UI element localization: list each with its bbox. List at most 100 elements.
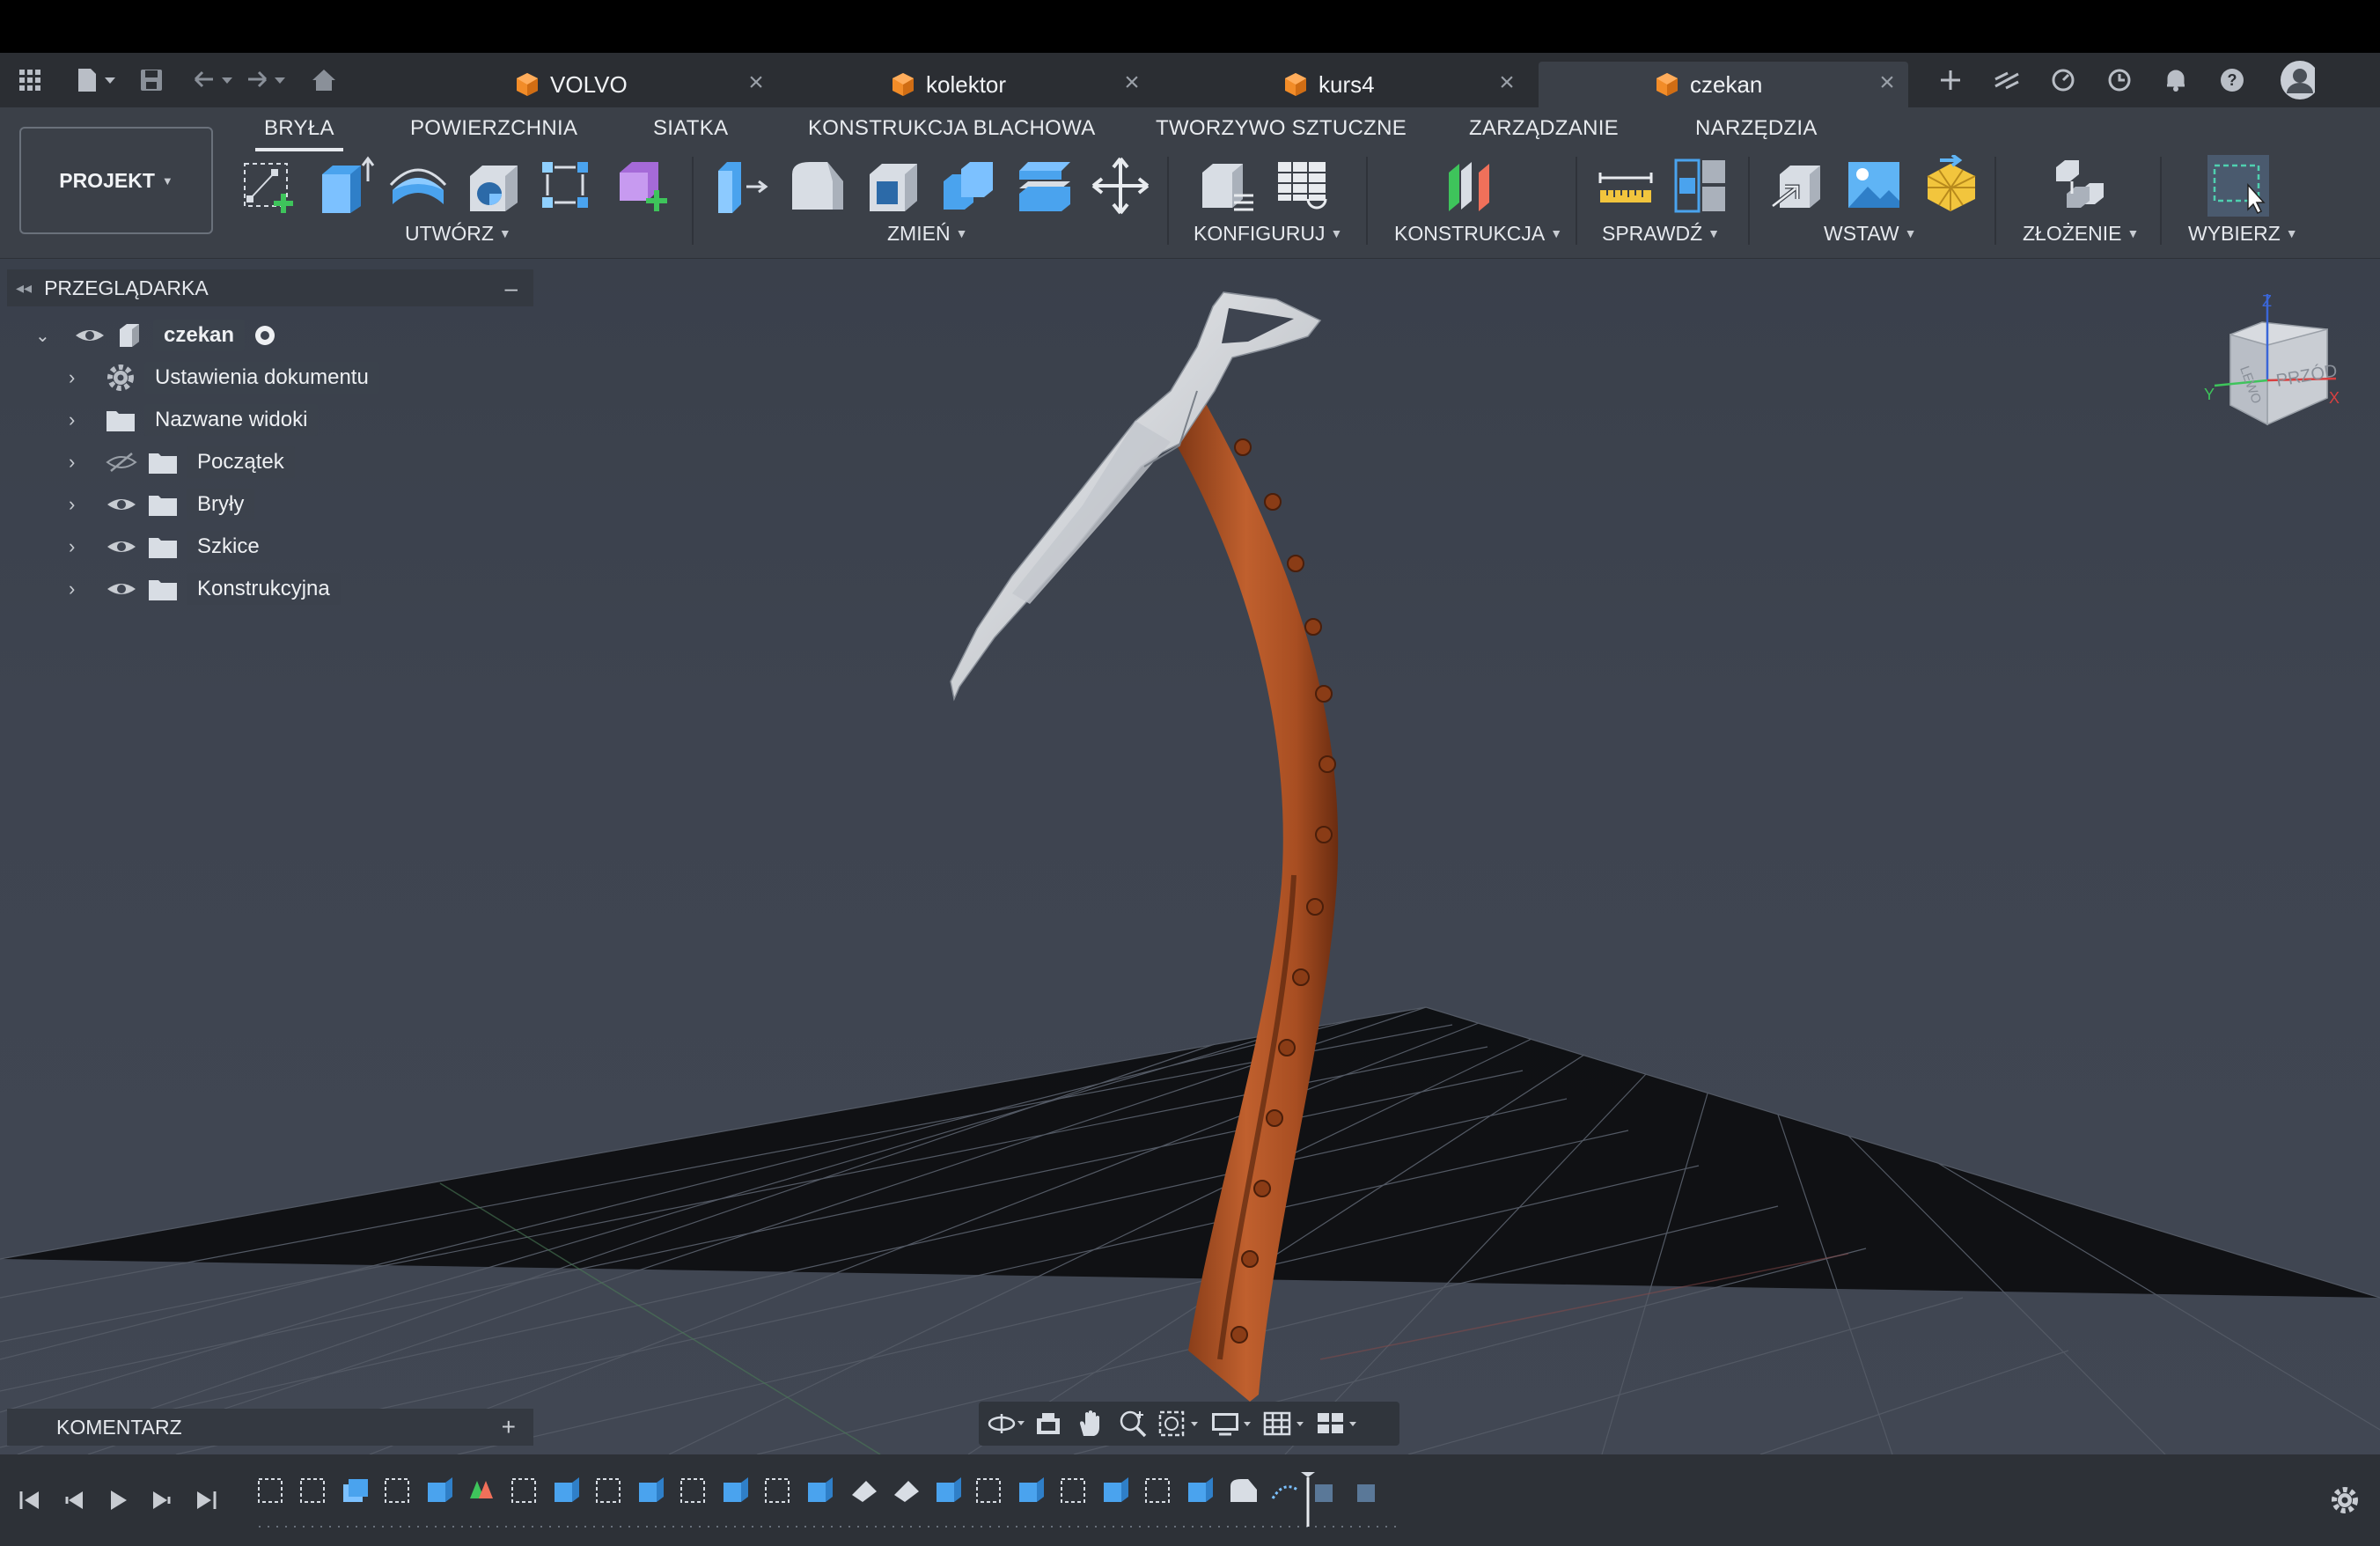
ribbon-tab-konstrukcja-blachowa[interactable]: KONSTRUKCJA BLACHOWA — [808, 116, 1096, 141]
eye-icon[interactable] — [106, 494, 137, 515]
chevron-right-icon[interactable]: › — [69, 366, 93, 389]
chevron-right-icon[interactable]: › — [69, 451, 93, 474]
create-sketch-icon[interactable] — [239, 155, 301, 217]
pattern-icon[interactable] — [537, 155, 599, 217]
redo-icon[interactable] — [241, 63, 290, 98]
group-konfiguruj[interactable]: KONFIGURUJ ▼ — [1194, 222, 1342, 246]
group-sprawdz[interactable]: SPRAWDŹ ▼ — [1602, 222, 1720, 246]
combine-icon[interactable] — [938, 155, 1000, 217]
extensions-icon[interactable] — [1989, 63, 2024, 98]
interference-icon[interactable] — [1671, 155, 1732, 217]
help-icon[interactable]: ? — [2215, 63, 2250, 98]
display-settings-icon[interactable] — [1208, 1404, 1259, 1443]
offset-plane-icon[interactable] — [1440, 155, 1502, 217]
tab-kolektor[interactable]: kolektor × — [891, 62, 1146, 107]
tree-item-poczatek[interactable]: › Początek — [69, 443, 295, 482]
orbit-icon[interactable] — [986, 1404, 1026, 1443]
ribbon-tab-tworzywo[interactable]: TWORZYWO SZTUCZNE — [1156, 116, 1407, 141]
fillet-icon[interactable] — [787, 155, 848, 217]
hole-icon[interactable] — [463, 155, 525, 217]
zoom-icon[interactable] — [1113, 1404, 1153, 1443]
tree-root[interactable]: ⌄ czekan — [35, 316, 276, 355]
group-konstrukcja[interactable]: KONSTRUKCJA ▼ — [1394, 222, 1562, 246]
file-menu-icon[interactable] — [72, 63, 121, 98]
timeline-features[interactable] — [253, 1472, 1433, 1534]
browser-panel-header[interactable]: ◂◂ PRZEGLĄDARKA – — [7, 269, 533, 306]
chevron-right-icon[interactable]: › — [69, 409, 93, 431]
group-zlozenie[interactable]: ZŁOŻENIE ▼ — [2023, 222, 2139, 246]
press-pull-icon[interactable] — [711, 155, 773, 217]
chevron-right-icon[interactable]: › — [69, 578, 93, 600]
clock-icon[interactable] — [2102, 63, 2137, 98]
go-to-start-icon[interactable] — [12, 1483, 48, 1518]
comment-panel[interactable]: KOMENTARZ + — [7, 1409, 533, 1446]
job-status-icon[interactable] — [2046, 63, 2081, 98]
close-icon[interactable]: × — [1873, 69, 1901, 97]
fit-icon[interactable] — [1155, 1404, 1206, 1443]
close-icon[interactable]: × — [1118, 69, 1146, 97]
tab-kurs4[interactable]: kurs4 × — [1283, 62, 1521, 107]
shell-icon[interactable] — [863, 155, 924, 217]
group-wstaw[interactable]: WSTAW ▼ — [1824, 222, 1916, 246]
new-tab-icon[interactable] — [1933, 63, 1968, 98]
ribbon-tab-zarzadzanie[interactable]: ZARZĄDZANIE — [1469, 116, 1619, 141]
tab-czekan[interactable]: czekan × — [1539, 62, 1908, 107]
step-forward-icon[interactable] — [144, 1483, 180, 1518]
tree-item-nazwane-widoki[interactable]: › Nazwane widoki — [69, 401, 319, 439]
extrude-icon[interactable] — [313, 155, 375, 217]
chevron-right-icon[interactable]: › — [69, 493, 93, 516]
group-wybierz[interactable]: WYBIERZ ▼ — [2188, 222, 2298, 246]
group-zmien[interactable]: ZMIEŃ ▼ — [887, 222, 967, 246]
step-back-icon[interactable] — [56, 1483, 92, 1518]
tree-item-szkice[interactable]: › Szkice — [69, 527, 270, 566]
ribbon-tab-siatka[interactable]: SIATKA — [653, 116, 728, 141]
bell-icon[interactable] — [2158, 63, 2193, 98]
minimize-icon[interactable]: – — [505, 275, 518, 302]
active-radio-icon[interactable] — [253, 324, 276, 347]
select-icon[interactable] — [2207, 155, 2269, 217]
close-icon[interactable]: × — [1493, 69, 1521, 97]
canvas-image-icon[interactable] — [1843, 155, 1905, 217]
eye-hidden-icon[interactable] — [106, 452, 137, 473]
canvas-viewport[interactable]: LEWO PRZÓD Z X Y — [0, 259, 2380, 1454]
home-icon[interactable] — [306, 63, 342, 98]
view-cube[interactable]: LEWO PRZÓD Z X Y — [2195, 291, 2345, 440]
pan-icon[interactable] — [1070, 1404, 1111, 1443]
eye-icon[interactable] — [74, 325, 106, 346]
configure-icon[interactable] — [1195, 155, 1257, 217]
grid-settings-icon[interactable] — [1260, 1404, 1311, 1443]
chevron-down-icon[interactable]: ⌄ — [35, 325, 62, 347]
tab-volvo[interactable]: VOLVO × — [515, 62, 770, 107]
go-to-end-icon[interactable] — [188, 1483, 224, 1518]
viewports-icon[interactable] — [1313, 1404, 1364, 1443]
joint-icon[interactable] — [2049, 155, 2111, 217]
avatar[interactable] — [2280, 61, 2315, 99]
measure-icon[interactable] — [1595, 155, 1656, 217]
group-utworz[interactable]: UTWÓRZ ▼ — [405, 222, 511, 246]
close-icon[interactable]: × — [742, 69, 770, 97]
insert-mesh-icon[interactable] — [1921, 155, 1982, 217]
app-grid-icon[interactable] — [12, 63, 48, 98]
ribbon-tab-bryla[interactable]: BRYŁA — [255, 116, 343, 151]
chevron-right-icon[interactable]: › — [69, 535, 93, 558]
project-button[interactable]: PROJEKT ▼ — [19, 127, 213, 234]
insert-derive-icon[interactable] — [1767, 155, 1829, 217]
add-comment-icon[interactable]: + — [502, 1413, 516, 1441]
ribbon-tab-powierzchnia[interactable]: POWIERZCHNIA — [410, 116, 577, 141]
play-icon[interactable] — [100, 1483, 136, 1518]
ribbon-tab-narzedzia[interactable]: NARZĘDZIA — [1695, 116, 1818, 141]
move-icon[interactable] — [1090, 155, 1151, 217]
tree-item-ustawienia[interactable]: › Ustawienia dokumentu — [69, 358, 379, 397]
tree-item-konstrukcyjna[interactable]: › Konstrukcyjna — [69, 570, 341, 608]
create-form-icon[interactable] — [613, 155, 674, 217]
eye-icon[interactable] — [106, 536, 137, 557]
configuration-table-icon[interactable] — [1273, 155, 1334, 217]
look-at-icon[interactable] — [1028, 1404, 1069, 1443]
revolve-icon[interactable] — [387, 155, 449, 217]
eye-icon[interactable] — [106, 578, 137, 600]
collapse-panel-icon[interactable]: ◂◂ — [16, 279, 32, 298]
tree-item-bryly[interactable]: › Bryły — [69, 485, 255, 524]
timeline-settings-gear-icon[interactable] — [2327, 1483, 2362, 1518]
split-body-icon[interactable] — [1014, 155, 1076, 217]
undo-icon[interactable] — [188, 63, 238, 98]
